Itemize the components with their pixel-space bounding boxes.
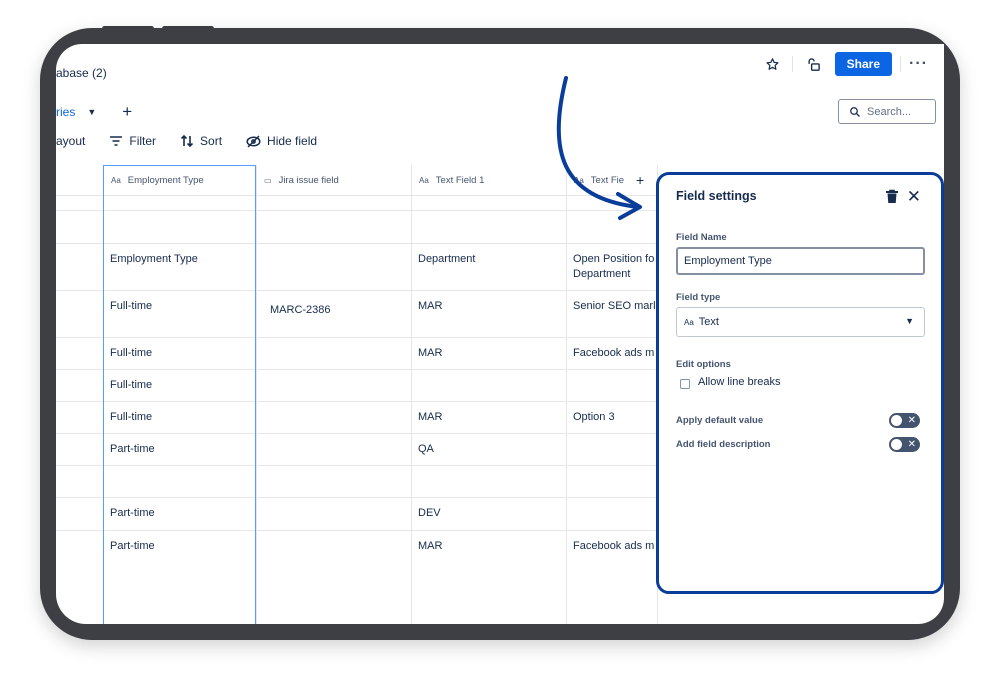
annotation-arrow [556,76,642,220]
